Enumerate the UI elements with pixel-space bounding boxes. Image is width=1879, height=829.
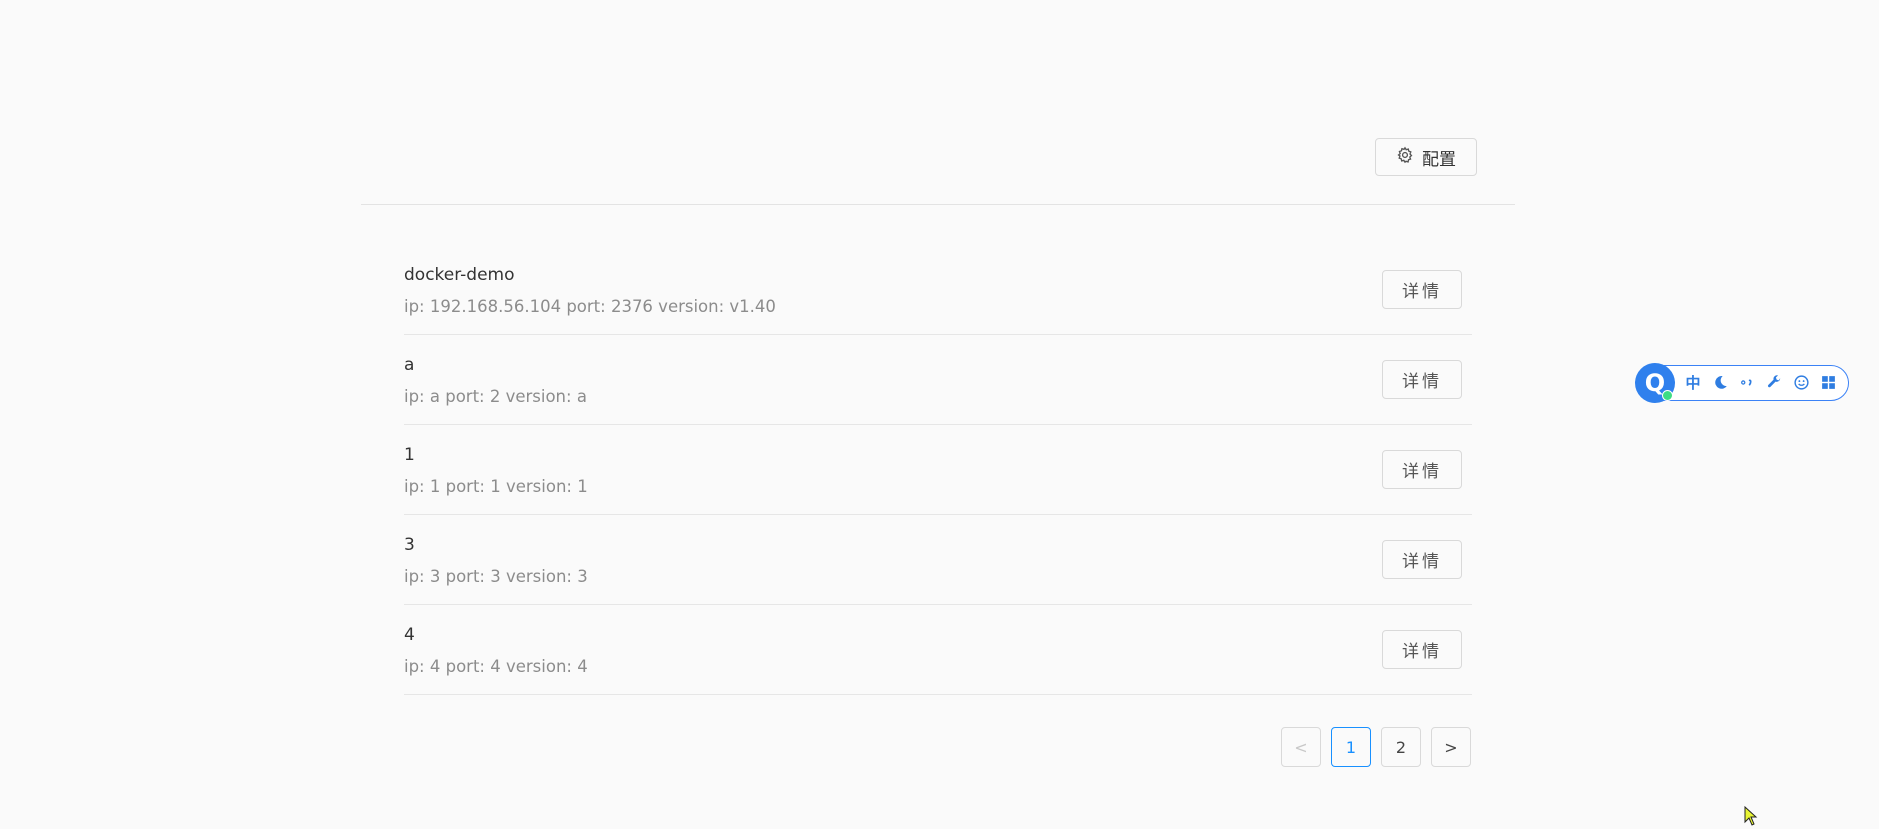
item-description: ip: 1 port: 1 version: 1 [404, 477, 588, 496]
list-item: 3 ip: 3 port: 3 version: 3 详情 [404, 515, 1472, 605]
moon-icon[interactable] [1711, 374, 1729, 392]
ime-logo-icon[interactable]: Q [1635, 363, 1675, 403]
item-title: a [404, 355, 415, 375]
detail-button[interactable]: 详情 [1382, 540, 1462, 579]
punctuation-icon[interactable] [1738, 374, 1756, 392]
prev-page-button[interactable]: < [1281, 727, 1321, 767]
list-item: docker-demo ip: 192.168.56.104 port: 237… [404, 245, 1472, 335]
list-item: 1 ip: 1 port: 1 version: 1 详情 [404, 425, 1472, 515]
detail-button[interactable]: 详情 [1382, 630, 1462, 669]
ime-icon-row: 中 [1684, 366, 1837, 399]
item-title: docker-demo [404, 265, 515, 285]
page: 配置 docker-demo ip: 192.168.56.104 port: … [0, 0, 1879, 829]
header-divider [361, 204, 1515, 205]
gear-icon [1396, 146, 1414, 169]
next-page-button[interactable]: > [1431, 727, 1471, 767]
wrench-icon[interactable] [1765, 374, 1783, 392]
config-button[interactable]: 配置 [1375, 138, 1477, 176]
page-button-1[interactable]: 1 [1331, 727, 1371, 767]
pagination: < 1 2 > [1281, 727, 1471, 767]
mouse-cursor-icon [1744, 805, 1758, 826]
docker-host-list: docker-demo ip: 192.168.56.104 port: 237… [404, 245, 1472, 695]
config-button-label: 配置 [1422, 149, 1456, 170]
item-description: ip: 192.168.56.104 port: 2376 version: v… [404, 297, 776, 316]
emoji-icon[interactable] [1792, 374, 1810, 392]
item-description: ip: a port: 2 version: a [404, 387, 587, 406]
status-dot [1662, 390, 1673, 401]
detail-button[interactable]: 详情 [1382, 270, 1462, 309]
item-description: ip: 3 port: 3 version: 3 [404, 567, 588, 586]
list-item: a ip: a port: 2 version: a 详情 [404, 335, 1472, 425]
ime-mode-toggle[interactable]: 中 [1684, 374, 1702, 392]
detail-button[interactable]: 详情 [1382, 450, 1462, 489]
item-title: 1 [404, 445, 415, 465]
item-title: 4 [404, 625, 415, 645]
ime-toolbar[interactable]: Q 中 [1635, 363, 1849, 403]
item-description: ip: 4 port: 4 version: 4 [404, 657, 588, 676]
grid-icon[interactable] [1819, 374, 1837, 392]
item-title: 3 [404, 535, 415, 555]
detail-button[interactable]: 详情 [1382, 360, 1462, 399]
page-button-2[interactable]: 2 [1381, 727, 1421, 767]
list-item: 4 ip: 4 port: 4 version: 4 详情 [404, 605, 1472, 695]
